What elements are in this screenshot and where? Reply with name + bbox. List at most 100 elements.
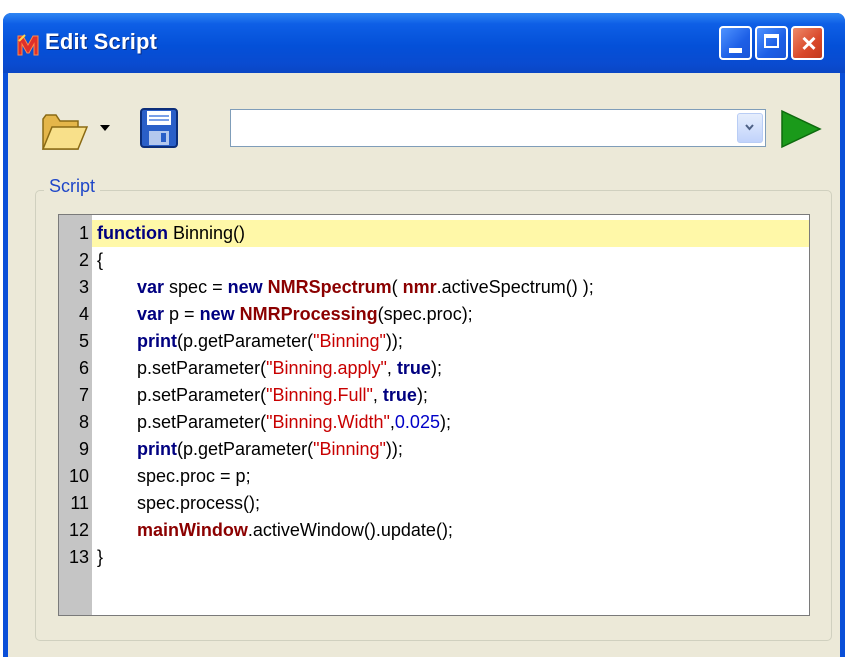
line-code: } [97,544,103,571]
code-line[interactable]: 3 var spec = new NMRSpectrum( nmr.active… [59,274,809,301]
code-line[interactable]: 9 print(p.getParameter("Binning")); [59,436,809,463]
dropdown-arrow-icon[interactable] [100,125,110,131]
run-play-icon[interactable] [778,109,822,149]
code-token: Binning() [167,223,246,243]
app-logo-icon [17,34,39,56]
open-folder-icon[interactable] [40,109,88,153]
code-line[interactable]: 5 print(p.getParameter("Binning")); [59,328,809,355]
code-token: NMRSpectrum [267,277,392,297]
code-token: "Binning.Width" [266,412,390,432]
code-token: 0.025 [394,412,440,432]
code-token: spec.process(); [97,493,261,513]
line-code: var spec = new NMRSpectrum( nmr.activeSp… [97,274,594,301]
code-token: spec.proc = p; [97,466,251,486]
code-token: spec = [164,277,228,297]
code-token: mainWindow [137,520,248,540]
maximize-button[interactable] [755,26,788,60]
code-line[interactable]: 6 p.setParameter("Binning.apply", true); [59,355,809,382]
line-number: 12 [68,520,89,540]
code-token: (p.getParameter( [177,439,314,459]
code-token: true [382,385,417,405]
code-token: new [199,304,235,324]
line-code: function Binning() [97,220,245,247]
code-line[interactable]: 2{ [59,247,809,274]
minimize-button[interactable] [719,26,752,60]
code-line[interactable]: 13} [59,544,809,571]
code-line[interactable]: 4 var p = new NMRProcessing(spec.proc); [59,301,809,328]
line-code: mainWindow.activeWindow().update(); [97,517,453,544]
code-line[interactable]: 1 function Binning() [79,220,809,247]
line-code: print(p.getParameter("Binning")); [97,436,403,463]
maximize-icon [764,34,779,48]
line-number: 8 [78,412,89,432]
code-token: .activeSpectrum() ); [436,277,594,297]
code-token: } [97,547,104,567]
code-token: ); [439,412,451,432]
code-token: var [137,277,165,297]
code-token: ); [430,358,442,378]
code-token: (spec.proc); [377,304,473,324]
title-bar[interactable]: Edit Script × [3,13,845,73]
line-code: p.setParameter("Binning.Width",0.025); [97,409,451,436]
code-token: NMRProcessing [239,304,378,324]
line-number: 3 [78,277,89,297]
line-number: 1 [78,223,89,243]
script-select[interactable] [230,109,766,147]
edit-script-window: Edit Script × Script 1 function Binning(… [3,13,845,657]
code-token: (p.getParameter( [177,331,314,351]
save-floppy-icon[interactable] [139,107,179,149]
code-line[interactable]: 10 spec.proc = p; [59,463,809,490]
code-token: )); [385,331,403,351]
code-token: print [137,439,178,459]
chevron-down-icon [745,124,754,131]
minimize-icon [729,48,742,53]
code-token: , [386,358,397,378]
script-group-label: Script [44,176,101,197]
code-line[interactable]: 8 p.setParameter("Binning.Width",0.025); [59,409,809,436]
line-code: spec.proc = p; [97,463,251,490]
script-editor[interactable]: 1 function Binning() 2{3 var spec = new NM… [58,214,810,616]
code-line[interactable]: 7 p.setParameter("Binning.Full", true); [59,382,809,409]
line-number: 5 [78,331,89,351]
line-code: var p = new NMRProcessing(spec.proc); [97,301,473,328]
close-button[interactable]: × [791,26,824,60]
line-code: p.setParameter("Binning.Full", true); [97,382,428,409]
code-token: new [227,277,263,297]
script-select-dropdown-button[interactable] [737,113,763,143]
code-token: var [137,304,165,324]
code-token: function [97,223,168,243]
code-token: .activeWindow().update(); [247,520,453,540]
code-token: print [137,331,178,351]
line-number: 13 [68,547,89,567]
code-token: { [97,250,104,270]
code-token: "Binning.apply" [266,358,387,378]
code-token: p = [164,304,200,324]
code-token: "Binning.Full" [266,385,373,405]
code-line[interactable]: 12 mainWindow.activeWindow().update(); [59,517,809,544]
code-token: ); [416,385,428,405]
window-body: Script 1 function Binning() 2{3 var spec =… [8,73,840,657]
code-token: p.setParameter( [97,412,267,432]
code-token: ( [391,277,403,297]
code-token: "Binning" [313,331,386,351]
line-number: 6 [78,358,89,378]
line-number: 7 [78,385,89,405]
line-code: spec.process(); [97,490,260,517]
code-token: )); [385,439,403,459]
line-code: print(p.getParameter("Binning")); [97,328,403,355]
window-title: Edit Script [45,29,158,54]
close-icon: × [801,28,817,58]
line-number: 2 [78,250,89,270]
line-code: { [97,247,103,274]
line-number: 11 [70,493,89,513]
line-number: 10 [68,466,89,486]
line-number: 9 [78,439,89,459]
code-line[interactable]: 11 spec.process(); [59,490,809,517]
code-token: nmr [402,277,437,297]
code-token: true [396,358,431,378]
